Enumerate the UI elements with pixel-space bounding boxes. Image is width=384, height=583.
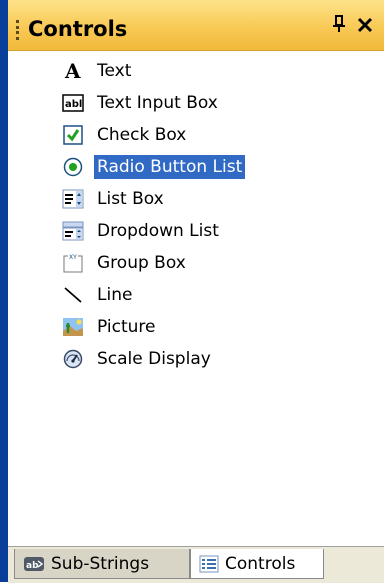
left-rail [0,0,8,582]
list-item-group-box[interactable]: XY Group Box [62,249,189,277]
list-item-picture[interactable]: Picture [62,313,158,341]
groupbox-icon: XY [62,252,84,274]
list-item-label: Text [97,61,132,81]
gauge-icon [62,348,84,370]
list-item-label: Dropdown List [97,221,219,241]
text-a-icon: A [62,60,84,82]
tab-controls[interactable]: Controls [190,549,324,579]
dropdown-icon [62,220,84,242]
close-button[interactable] [354,15,376,37]
list-item-label: Scale Display [97,349,211,369]
list-item-label: Check Box [97,125,187,145]
list-item-label: Picture [97,317,156,337]
list-item-label: Text Input Box [97,93,218,113]
picture-icon [62,316,84,338]
svg-text:XY: XY [69,254,77,261]
tab-sub-strings[interactable]: ab Sub-Strings [14,549,190,579]
close-icon [357,17,373,33]
panel-titlebar: Controls [8,0,384,51]
list-item-radio-button-list[interactable]: Radio Button List [62,153,246,181]
list-item-line[interactable]: Line [62,281,135,309]
list-item-label: Radio Button List [94,155,246,179]
ab-strings-icon: ab [23,556,45,572]
list-item-text[interactable]: A Text [62,57,134,85]
radio-icon [62,156,84,178]
list-item-scale-display[interactable]: Scale Display [62,345,214,373]
list-item-dropdown-list[interactable]: Dropdown List [62,217,222,245]
bottom-tab-bar: ab Sub-Strings Controls [8,546,384,583]
tab-label: Controls [225,553,296,574]
abl-textbox-icon: abl [62,92,84,114]
list-item-text-input-box[interactable]: abl Text Input Box [62,89,221,117]
pin-button[interactable] [330,15,348,37]
pin-icon [333,15,345,32]
list-item-label: Line [97,285,133,305]
svg-text:abl: abl [65,99,82,110]
list-item-check-box[interactable]: Check Box [62,121,189,149]
controls-panel: Controls A Text abl Text Input Box Check… [8,0,384,583]
svg-text:ab: ab [26,561,39,571]
checkbox-icon [62,124,84,146]
grip-handle[interactable] [16,20,19,40]
line-icon [62,284,84,306]
list-item-list-box[interactable]: List Box [62,185,167,213]
panel-title: Controls [28,17,128,41]
controls-icon [199,555,219,573]
list-item-label: Group Box [97,253,186,273]
listbox-icon [62,188,84,210]
list-item-label: List Box [97,189,164,209]
svg-text:A: A [64,61,81,81]
tab-label: Sub-Strings [51,553,150,574]
